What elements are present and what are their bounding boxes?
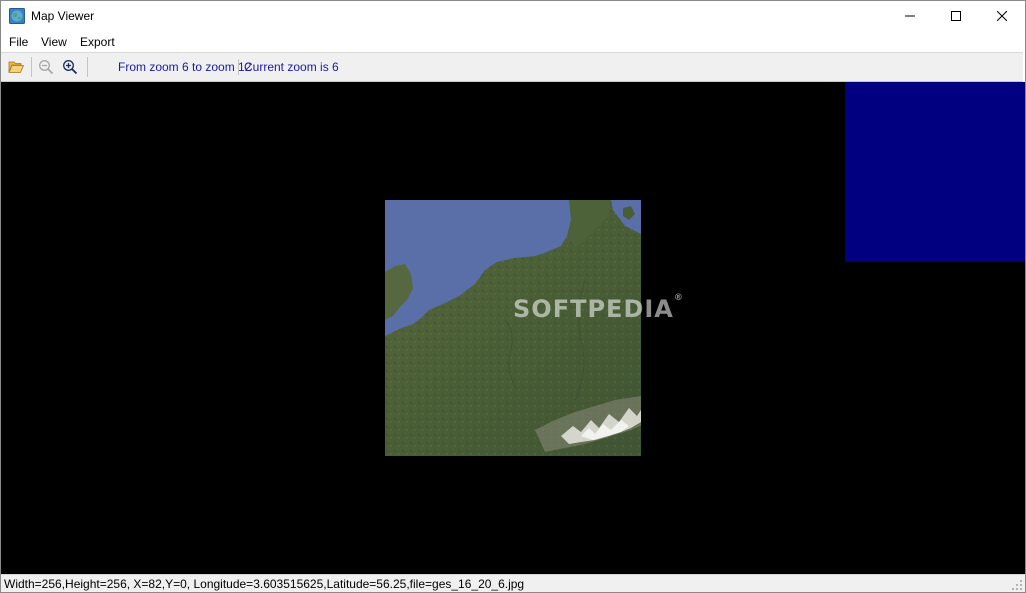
close-icon [997,11,1007,21]
zoom-out-icon [39,60,54,75]
zoom-in-button[interactable] [61,58,79,76]
registered-mark: ® [673,293,684,303]
zoom-out-button[interactable] [37,58,55,76]
maximize-button[interactable] [933,1,979,31]
folder-open-icon [8,61,24,73]
zoom-in-icon [63,60,78,75]
toolbar-separator [87,57,88,77]
softpedia-watermark: SOFTPEDIA® [513,293,684,323]
satellite-map-tile[interactable] [385,200,641,456]
maximize-icon [951,11,961,21]
title-bar[interactable]: Map Viewer [1,1,1025,31]
minimize-icon [905,15,915,17]
toolbar: From zoom 6 to zoom 12 Current zoom is 6 [1,52,1023,82]
status-text: Width=256,Height=256, X=82,Y=0, Longitud… [4,577,525,591]
current-zoom-label: Current zoom is 6 [244,60,339,74]
placeholder-tile[interactable] [845,82,1025,262]
window-title: Map Viewer [31,9,95,23]
toolbar-separator [238,59,239,75]
minimize-button[interactable] [887,1,933,31]
watermark-text: SOFTPEDIA [513,295,674,323]
close-button[interactable] [979,1,1025,31]
zoom-range-label: From zoom 6 to zoom 12 [118,60,252,74]
menu-export[interactable]: Export [80,34,115,50]
menu-file[interactable]: File [9,34,28,50]
open-button[interactable] [7,58,25,76]
map-canvas[interactable]: SOFTPEDIA® [1,82,1025,574]
status-bar: Width=256,Height=256, X=82,Y=0, Longitud… [1,574,1025,592]
toolbar-separator [31,57,32,77]
menu-view[interactable]: View [41,34,67,50]
map-viewer-window: Map Viewer File View Export From zoom 6 … [0,0,1026,593]
resize-grip-icon[interactable] [1011,579,1023,591]
map-globe-icon [9,8,25,24]
menu-bar: File View Export [1,31,1025,51]
